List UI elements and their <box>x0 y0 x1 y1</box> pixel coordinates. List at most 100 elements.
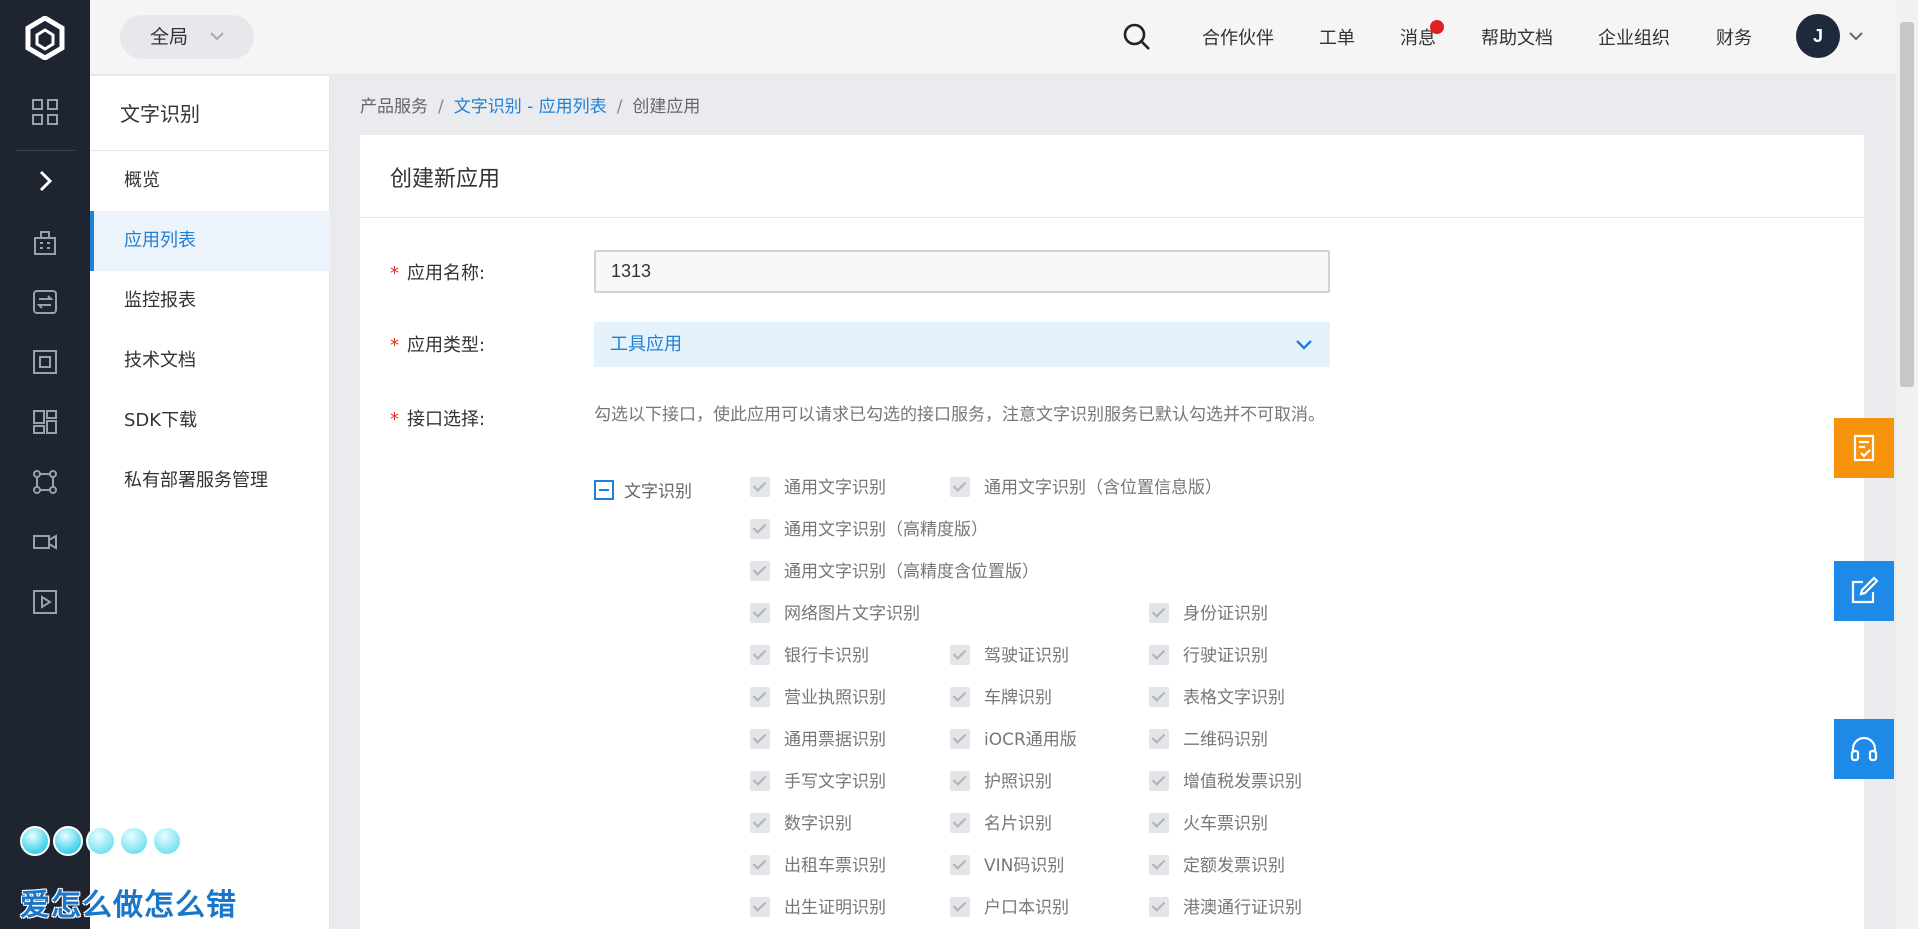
nav-finance[interactable]: 财务 <box>1716 24 1752 50</box>
api-checkbox: 户口本识别 <box>950 897 1069 919</box>
api-checkbox-label: 增值税发票识别 <box>1183 772 1302 792</box>
required-mark: * <box>390 263 399 284</box>
support-float-button[interactable] <box>1834 719 1894 779</box>
rail-divider <box>15 150 75 151</box>
app-name-label: * 应用名称: <box>390 259 485 285</box>
nav-organization[interactable]: 企业组织 <box>1598 24 1670 50</box>
nav-help-docs[interactable]: 帮助文档 <box>1481 24 1553 50</box>
api-checkbox-label: 火车票识别 <box>1183 814 1268 834</box>
api-checkbox: 二维码识别 <box>1149 729 1268 751</box>
sidebar-item-overview[interactable]: 概览 <box>90 151 330 211</box>
breadcrumb-app-list-link[interactable]: 文字识别 - 应用列表 <box>454 97 607 117</box>
chip-icon[interactable] <box>31 348 59 376</box>
api-checkbox-label: iOCR通用版 <box>984 730 1077 750</box>
building-icon[interactable] <box>31 228 59 256</box>
checked-checkbox-icon <box>950 897 970 917</box>
sidebar-item-sdk-download[interactable]: SDK下载 <box>90 391 330 451</box>
checked-checkbox-icon <box>1149 897 1169 917</box>
api-checkbox: 增值税发票识别 <box>1149 771 1302 793</box>
grid-icon[interactable] <box>31 98 59 126</box>
checked-checkbox-icon <box>1149 855 1169 875</box>
scope-selector[interactable]: 全局 <box>120 15 254 59</box>
api-checkbox: 行驶证识别 <box>1149 645 1268 667</box>
api-checkbox-label: 银行卡识别 <box>784 646 869 666</box>
api-hint-text: 勾选以下接口，使此应用可以请求已勾选的接口服务，注意文字识别服务已默认勾选并不可… <box>594 405 1325 425</box>
api-checkbox-label: 通用票据识别 <box>784 730 886 750</box>
checked-checkbox-icon <box>750 519 770 539</box>
breadcrumb: 产品服务 / 文字识别 - 应用列表 / 创建应用 <box>360 92 700 117</box>
edit-icon <box>1851 576 1879 604</box>
app-name-input[interactable]: 1313 <box>594 250 1330 293</box>
dashboard-icon[interactable] <box>31 408 59 436</box>
checked-checkbox-icon <box>750 561 770 581</box>
api-checkbox: 港澳通行证识别 <box>1149 897 1302 919</box>
api-checkbox-label: VIN码识别 <box>984 856 1065 876</box>
checked-checkbox-icon <box>750 645 770 665</box>
api-checkbox-label: 定额发票识别 <box>1183 856 1285 876</box>
breadcrumb-separator: / <box>438 97 444 117</box>
sidebar-item-private-deploy[interactable]: 私有部署服务管理 <box>90 451 330 511</box>
search-icon[interactable] <box>1122 22 1152 52</box>
app-name-label-text: 应用名称: <box>407 263 486 284</box>
api-checkbox: 身份证识别 <box>1149 603 1268 625</box>
nav-partner[interactable]: 合作伙伴 <box>1202 24 1274 50</box>
checked-checkbox-icon <box>1149 813 1169 833</box>
checked-checkbox-icon <box>1149 603 1169 623</box>
api-checkbox-label: 数字识别 <box>784 814 852 834</box>
network-icon[interactable] <box>31 468 59 496</box>
create-app-card: 创建新应用 * 应用名称: 1313 * 应用类型: 工具应用 * 接口选择: 勾选以… <box>360 135 1864 929</box>
checked-checkbox-icon <box>750 477 770 497</box>
breadcrumb-root[interactable]: 产品服务 <box>360 97 428 117</box>
api-checkbox-label: 营业执照识别 <box>784 688 886 708</box>
api-checkbox: 手写文字识别 <box>750 771 886 793</box>
logo-icon[interactable] <box>25 16 65 60</box>
nav-ticket[interactable]: 工单 <box>1319 24 1355 50</box>
checked-checkbox-icon <box>1149 687 1169 707</box>
api-checkbox: 护照识别 <box>950 771 1052 793</box>
app-type-label-text: 应用类型: <box>407 335 486 356</box>
api-checkbox: 银行卡识别 <box>750 645 869 667</box>
card-divider <box>360 217 1864 218</box>
play-icon[interactable] <box>31 588 59 616</box>
checked-checkbox-icon <box>750 855 770 875</box>
checked-checkbox-icon <box>750 813 770 833</box>
api-checkbox: 通用文字识别（含位置信息版） <box>950 477 1222 499</box>
api-checkbox: 名片识别 <box>950 813 1052 835</box>
api-select-label-text: 接口选择: <box>407 409 486 430</box>
feedback-float-button[interactable] <box>1834 561 1894 621</box>
chevron-down-icon[interactable] <box>1848 28 1864 44</box>
api-checkbox: VIN码识别 <box>950 855 1064 877</box>
sidebar-item-app-list[interactable]: 应用列表 <box>90 211 330 271</box>
api-checkbox-label: 通用文字识别 <box>784 478 886 498</box>
app-type-select[interactable]: 工具应用 <box>594 322 1330 367</box>
transfer-icon[interactable] <box>31 288 59 316</box>
checked-checkbox-icon <box>1149 645 1169 665</box>
chevron-right-icon[interactable] <box>31 167 59 195</box>
api-checkbox: 出租车票识别 <box>750 855 886 877</box>
checked-checkbox-icon <box>750 603 770 623</box>
checked-checkbox-icon <box>950 687 970 707</box>
checked-checkbox-icon <box>950 813 970 833</box>
sidebar-item-tech-docs[interactable]: 技术文档 <box>90 331 330 391</box>
camera-icon[interactable] <box>31 528 59 556</box>
sidebar-item-monitoring[interactable]: 监控报表 <box>90 271 330 331</box>
page-title: 创建新应用 <box>390 167 501 192</box>
page-scrollbar[interactable] <box>1896 0 1918 929</box>
checked-checkbox-icon <box>950 729 970 749</box>
api-checkbox: 火车票识别 <box>1149 813 1268 835</box>
checked-checkbox-icon <box>750 897 770 917</box>
api-checkbox: 定额发票识别 <box>1149 855 1285 877</box>
api-checkbox: 通用文字识别 <box>750 477 886 499</box>
api-checkbox-label: 通用文字识别（高精度含位置版） <box>784 562 1039 582</box>
api-checkbox: 通用文字识别（高精度含位置版） <box>750 561 1039 583</box>
api-checkbox-label: 出生证明识别 <box>784 898 886 918</box>
api-checkbox-label: 身份证识别 <box>1183 604 1268 624</box>
avatar[interactable]: J <box>1796 14 1840 58</box>
ocr-group-checkbox[interactable]: 文字识别 <box>594 477 692 502</box>
api-checkbox-label: 护照识别 <box>984 772 1052 792</box>
watermark-text: 爱怎么做怎么错 <box>20 888 237 923</box>
checklist-float-button[interactable] <box>1834 418 1894 478</box>
scrollbar-thumb[interactable] <box>1900 22 1914 387</box>
api-checkbox: 营业执照识别 <box>750 687 886 709</box>
api-checkbox-label: 港澳通行证识别 <box>1183 898 1302 918</box>
